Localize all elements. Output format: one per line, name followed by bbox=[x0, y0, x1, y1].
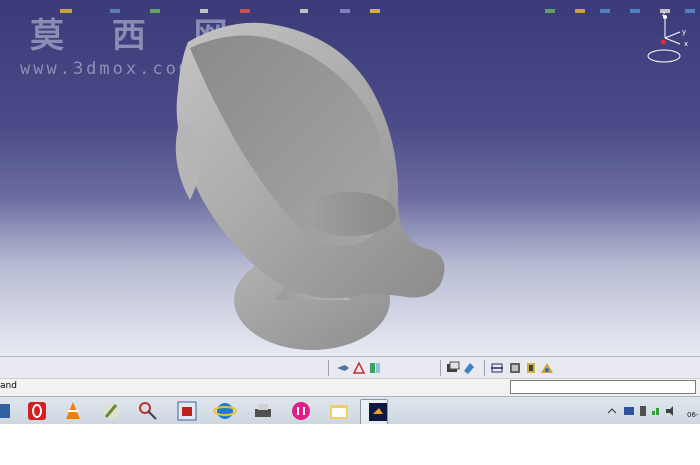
fly-mode-icon[interactable] bbox=[336, 361, 350, 375]
normal-view-icon[interactable] bbox=[352, 361, 366, 375]
command-label: and bbox=[0, 381, 17, 391]
scanner-icon[interactable] bbox=[250, 399, 276, 423]
nero-icon[interactable] bbox=[288, 399, 314, 423]
bill-of-material-icon[interactable] bbox=[524, 361, 538, 375]
brush-icon[interactable] bbox=[98, 399, 124, 423]
vlc-icon[interactable] bbox=[60, 399, 86, 423]
toolbar-separator bbox=[484, 360, 485, 376]
toolbar-separator bbox=[440, 360, 441, 376]
compass-y-label: y bbox=[682, 28, 687, 36]
media-icon[interactable] bbox=[174, 399, 200, 423]
compass-widget[interactable]: y x z bbox=[646, 10, 689, 66]
bottom-toolbar bbox=[0, 356, 700, 379]
command-input[interactable] bbox=[510, 380, 696, 394]
clock-text: 06- bbox=[687, 411, 699, 419]
opera-icon[interactable] bbox=[24, 399, 50, 423]
blank-area bbox=[0, 424, 700, 465]
catia-icon[interactable] bbox=[360, 399, 388, 425]
chair-seat-cushion bbox=[304, 192, 396, 236]
toolbar-separator bbox=[328, 360, 329, 376]
multi-view-icon[interactable] bbox=[368, 361, 382, 375]
measure-icon[interactable] bbox=[490, 361, 504, 375]
command-bar: and bbox=[0, 378, 700, 397]
hide-show-icon[interactable] bbox=[446, 361, 460, 375]
tray-expand-icon bbox=[607, 408, 617, 414]
render-icon[interactable] bbox=[540, 361, 554, 375]
chair-model[interactable] bbox=[0, 0, 700, 356]
app-icon[interactable] bbox=[0, 399, 18, 423]
compass-z-label: z bbox=[662, 10, 666, 18]
internet-explorer-icon[interactable] bbox=[212, 399, 238, 423]
folder-icon[interactable] bbox=[326, 399, 352, 423]
snipping-icon[interactable] bbox=[136, 399, 162, 423]
compass-icon bbox=[647, 15, 681, 63]
swap-visible-icon[interactable] bbox=[462, 361, 476, 375]
system-tray[interactable] bbox=[604, 403, 684, 419]
apply-material-icon[interactable] bbox=[508, 361, 522, 375]
compass-x-label: x bbox=[684, 40, 689, 48]
3d-viewport[interactable]: 莫 西 网 www.3dmox.com y x z bbox=[0, 0, 700, 356]
windows-taskbar: 06- bbox=[0, 396, 700, 425]
